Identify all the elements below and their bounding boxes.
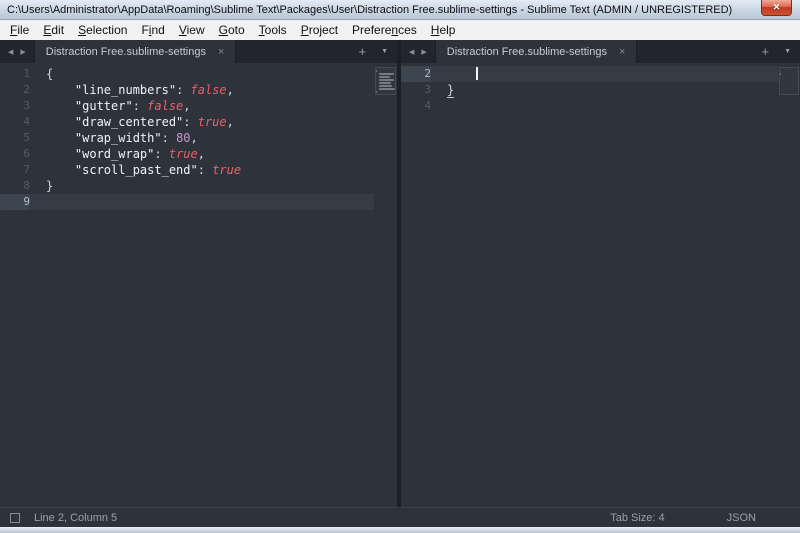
menu-help[interactable]: Help (424, 21, 463, 40)
line-number[interactable]: 3 (401, 82, 431, 98)
tab-size-indicator[interactable]: Tab Size: 4 (610, 512, 664, 524)
close-button[interactable]: ✕ (761, 0, 792, 16)
cursor-position: Line 2, Column 5 (34, 512, 117, 524)
tab-controls: + ▼ (349, 40, 397, 63)
menu-selection[interactable]: Selection (71, 21, 134, 40)
tab-distraction-free-settings[interactable]: Distraction Free.sublime-settings × (34, 40, 237, 63)
status-left: Line 2, Column 5 (10, 512, 117, 524)
code-line[interactable]: 1{ (0, 66, 374, 82)
tab-close-icon[interactable]: × (619, 46, 625, 58)
menu-file[interactable]: File (3, 21, 36, 40)
code-line[interactable]: 6 "word_wrap": true, (0, 146, 374, 162)
new-tab-icon[interactable]: + (358, 45, 366, 58)
tab-overflow-icon[interactable]: ▼ (381, 48, 388, 55)
menu-tools[interactable]: Tools (252, 21, 294, 40)
sublime-text-window: C:\Users\Administrator\AppData\Roaming\S… (0, 0, 800, 533)
tab-scroll-arrows: ◀ ▶ (0, 40, 34, 63)
vintage-mode-icon[interactable] (10, 513, 20, 523)
tab-close-icon[interactable]: × (218, 46, 224, 58)
menu-project[interactable]: Project (294, 21, 345, 40)
syntax-indicator[interactable]: JSON (727, 512, 756, 524)
line-number[interactable]: 7 (0, 162, 30, 178)
code-view-right[interactable]: 2 3}4 (401, 66, 778, 507)
code-line[interactable]: 3} (401, 82, 778, 98)
tab-label: Distraction Free.sublime-settings (46, 46, 206, 58)
editor-left: 1{2 "line_numbers": false,3 "gutter": fa… (0, 63, 397, 507)
line-number[interactable]: 2 (0, 82, 30, 98)
tab-scroll-right-icon[interactable]: ▶ (421, 48, 426, 56)
window-bottom-border (0, 527, 800, 533)
line-number[interactable]: 9 (0, 194, 30, 210)
editor-group-left: ◀ ▶ Distraction Free.sublime-settings × … (0, 40, 397, 507)
code-line[interactable]: 7 "scroll_past_end": true (0, 162, 374, 178)
tab-controls: + ▼ (752, 40, 800, 63)
tab-label: Distraction Free.sublime-settings (447, 46, 607, 58)
tab-bar-right: ◀ ▶ Distraction Free.sublime-settings × … (401, 40, 800, 63)
editor-group-right: ◀ ▶ Distraction Free.sublime-settings × … (401, 40, 800, 507)
tab-distraction-free-settings[interactable]: Distraction Free.sublime-settings × (435, 40, 638, 63)
tab-scroll-right-icon[interactable]: ▶ (20, 48, 25, 56)
minimap-right[interactable] (778, 66, 800, 507)
code-line[interactable]: 3 "gutter": false, (0, 98, 374, 114)
line-number[interactable]: 2 (401, 66, 431, 82)
tab-scroll-arrows: ◀ ▶ (401, 40, 435, 63)
minimap-left[interactable] (374, 66, 397, 507)
line-number[interactable]: 4 (401, 98, 431, 114)
tab-scroll-left-icon[interactable]: ◀ (409, 48, 414, 56)
code-line[interactable]: 2 "line_numbers": false, (0, 82, 374, 98)
menu-find[interactable]: Find (134, 21, 171, 40)
text-caret (476, 67, 478, 80)
close-icon: ✕ (773, 2, 781, 13)
tab-overflow-icon[interactable]: ▼ (784, 48, 791, 55)
line-number[interactable]: 3 (0, 98, 30, 114)
tab-scroll-left-icon[interactable]: ◀ (8, 48, 13, 56)
code-line[interactable]: 2 (401, 66, 778, 82)
code-line[interactable]: 4 (401, 98, 778, 114)
menu-view[interactable]: View (172, 21, 212, 40)
status-bar: Line 2, Column 5 Tab Size: 4 JSON (0, 507, 800, 527)
titlebar: C:\Users\Administrator\AppData\Roaming\S… (0, 0, 800, 20)
status-right: Tab Size: 4 JSON (610, 512, 790, 524)
tab-bar-left: ◀ ▶ Distraction Free.sublime-settings × … (0, 40, 397, 63)
code-line[interactable]: 5 "wrap_width": 80, (0, 130, 374, 146)
line-number[interactable]: 5 (0, 130, 30, 146)
code-line[interactable]: 4 "draw_centered": true, (0, 114, 374, 130)
editor-right: 2 3}4 (401, 63, 800, 507)
code-line[interactable]: 9 (0, 194, 374, 210)
menu-goto[interactable]: Goto (212, 21, 252, 40)
line-number[interactable]: 4 (0, 114, 30, 130)
menu-edit[interactable]: Edit (36, 21, 71, 40)
menu-bar: FileEditSelectionFindViewGotoToolsProjec… (0, 20, 800, 40)
menu-preferences[interactable]: Preferences (345, 21, 424, 40)
minimap-viewport[interactable] (779, 67, 799, 95)
line-number[interactable]: 8 (0, 178, 30, 194)
minimap-viewport[interactable] (375, 67, 396, 95)
editor-area: ◀ ▶ Distraction Free.sublime-settings × … (0, 40, 800, 507)
window-title: C:\Users\Administrator\AppData\Roaming\S… (7, 4, 732, 16)
code-view-left[interactable]: 1{2 "line_numbers": false,3 "gutter": fa… (0, 66, 374, 507)
line-number[interactable]: 6 (0, 146, 30, 162)
line-number[interactable]: 1 (0, 66, 30, 82)
new-tab-icon[interactable]: + (761, 45, 769, 58)
code-line[interactable]: 8} (0, 178, 374, 194)
